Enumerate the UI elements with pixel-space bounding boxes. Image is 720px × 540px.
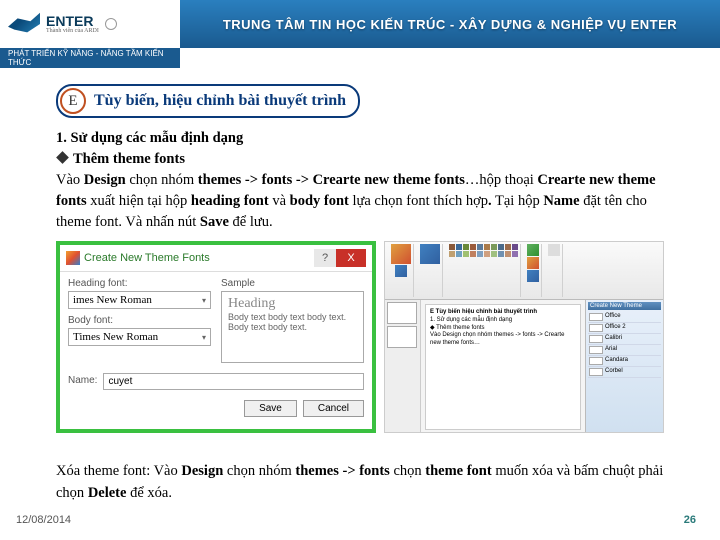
screenshots-row: Create New Theme Fonts ? X Heading font:… [56,241,664,433]
delete-paragraph: Xóa theme font: Vào Design chọn nhóm the… [56,461,664,505]
footer: 12/08/2014 26 [16,514,696,526]
heading-font-label: Heading font: [68,278,211,289]
task-pane-title: Create New Theme [588,302,661,310]
name-label: Name: [68,375,97,386]
task-pane: Create New Theme OfficeOffice 2CalibriAr… [585,300,663,433]
fonts-icon[interactable] [527,257,539,269]
dialog-icon [66,251,80,265]
effects-icon[interactable] [527,270,539,282]
dialog-create-theme-fonts: Create New Theme Fonts ? X Heading font:… [56,241,376,433]
page-number: 26 [684,514,696,526]
sample-heading: Heading [228,296,357,312]
heading-font-select[interactable]: imes New Roman▾ [68,291,211,309]
theme-font-item[interactable]: Corbel [588,367,661,378]
slide-thumb[interactable] [387,302,417,324]
close-button[interactable]: X [336,249,366,267]
ribbon-icon[interactable] [420,244,440,264]
line-2: Thêm theme fonts [73,151,185,167]
ribbon-icon[interactable] [391,244,411,264]
app-screenshot: E Tùy biến hiệu chỉnh bài thuyết trình 1… [384,241,664,433]
logo-name: ENTER [46,14,99,28]
theme-font-item[interactable]: Office [588,312,661,323]
main-slide: E Tùy biến hiệu chỉnh bài thuyết trình 1… [425,304,581,430]
body-text: 1. Sử dụng các mẫu định dạng Thêm theme … [56,128,664,233]
logo-area: ENTER Thành viên của ARDI [0,0,180,48]
sample-label: Sample [221,278,364,289]
chevron-down-icon: ▾ [202,296,206,305]
body-font-select[interactable]: Times New Roman▾ [68,328,211,346]
ribbon-icon[interactable] [395,265,407,277]
footer-date: 12/08/2014 [16,514,71,526]
chevron-down-icon: ▾ [202,333,206,342]
header-title: TRUNG TÂM TIN HỌC KIẾN TRÚC - XÂY DỰNG &… [180,17,720,32]
body-paragraph: Vào Design chọn nhóm themes -> fonts -> … [56,170,664,233]
ribbon [385,242,663,300]
header-bar: ENTER Thành viên của ARDI TRUNG TÂM TIN … [0,0,720,48]
cancel-button[interactable]: Cancel [303,400,364,417]
sample-body: Body text body text body text. Body text… [228,312,357,332]
theme-gallery[interactable] [449,244,518,257]
background-icon[interactable] [548,244,560,256]
theme-font-item[interactable]: Arial [588,345,661,356]
bullet-icon [56,151,69,164]
section-title: Tùy biến, hiệu chỉnh bài thuyết trình [94,92,346,110]
theme-font-item[interactable]: Candara [588,356,661,367]
theme-font-item[interactable]: Office 2 [588,323,661,334]
sound-icon [105,18,117,30]
sample-preview: Heading Body text body text body text. B… [221,291,364,363]
line-1: 1. Sử dụng các mẫu định dạng [56,130,243,146]
body-font-label: Body font: [68,315,211,326]
name-input[interactable]: cuyet [103,373,364,390]
help-button[interactable]: ? [314,249,336,267]
save-button[interactable]: Save [244,400,297,417]
section-badge: E [60,88,86,114]
logo-subtitle: Thành viên của ARDI [46,28,99,34]
colors-icon[interactable] [527,244,539,256]
theme-font-item[interactable]: Calibri [588,334,661,345]
slide-thumb[interactable] [387,326,417,348]
dialog-titlebar: Create New Theme Fonts ? X [60,245,372,271]
section-heading: E Tùy biến, hiệu chỉnh bài thuyết trình [56,84,360,118]
slide-panel [385,300,421,433]
tagline: PHÁT TRIỂN KỸ NĂNG - NÂNG TẦM KIẾN THỨC [0,48,180,68]
dialog-title: Create New Theme Fonts [84,252,210,264]
logo-icon [8,10,40,38]
